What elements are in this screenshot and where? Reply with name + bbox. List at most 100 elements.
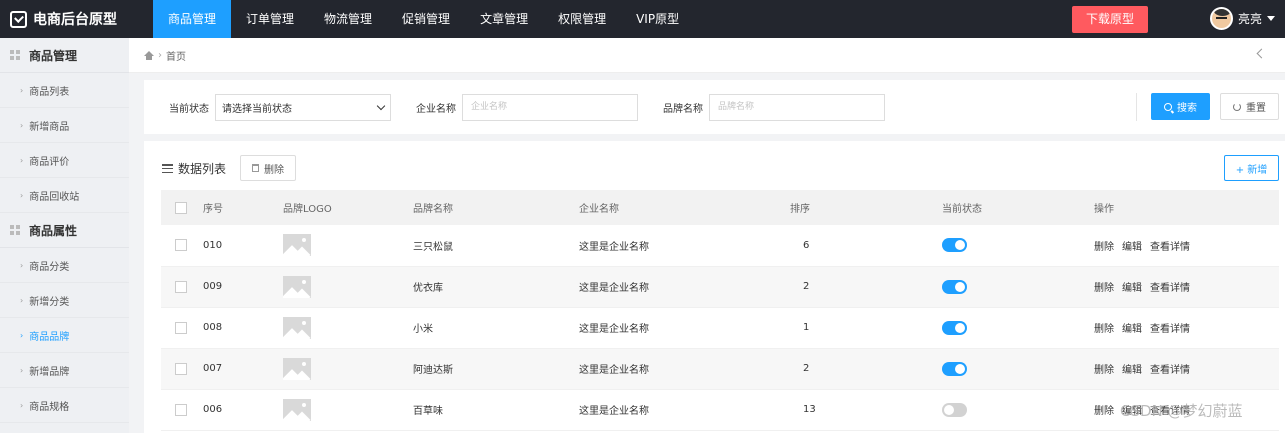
- row-brand: 优衣库: [413, 283, 443, 294]
- reset-button-label: 重置: [1246, 103, 1266, 114]
- chevron-down-icon: [376, 101, 386, 110]
- bullet-icon: ›: [20, 400, 24, 410]
- search-button-label: 搜索: [1177, 103, 1197, 114]
- brand-label: 品牌名称: [663, 103, 703, 115]
- row-detail-link[interactable]: 查看详情: [1150, 365, 1190, 376]
- table-row: 009 优衣库 这里是企业名称 2 删除 编辑 查看详情: [161, 266, 1279, 307]
- row-edit-link[interactable]: 编辑: [1122, 406, 1142, 417]
- status-toggle[interactable]: [942, 279, 967, 294]
- sidebar-item-label: 新增商品: [29, 121, 70, 133]
- add-button[interactable]: + 新增: [1224, 155, 1279, 181]
- sidebar-item-categories[interactable]: › 商品分类: [0, 248, 129, 283]
- row-detail-link[interactable]: 查看详情: [1150, 283, 1190, 294]
- status-select[interactable]: 请选择当前状态: [215, 93, 391, 121]
- status-select-value: 请选择当前状态: [222, 103, 292, 115]
- column-header: 排序: [790, 204, 810, 215]
- row-sort: 2: [803, 281, 810, 292]
- brand-input[interactable]: [709, 93, 885, 121]
- bullet-icon: ›: [20, 85, 24, 95]
- bullet-icon: ›: [20, 155, 24, 165]
- row-id: 007: [203, 363, 223, 374]
- home-icon[interactable]: [144, 50, 154, 60]
- status-toggle[interactable]: [942, 402, 967, 417]
- list-title-text: 数据列表: [178, 162, 227, 176]
- row-edit-link[interactable]: 编辑: [1122, 242, 1142, 253]
- bullet-icon: ›: [20, 330, 24, 340]
- tab-logistics[interactable]: 物流管理: [309, 0, 387, 38]
- breadcrumb-home[interactable]: 首页: [166, 48, 186, 63]
- collapse-left-icon[interactable]: [1256, 48, 1267, 59]
- row-edit-link[interactable]: 编辑: [1122, 365, 1142, 376]
- filter-bar: 当前状态 请选择当前状态 企业名称 品牌名称 搜索 重置: [144, 80, 1285, 134]
- sidebar-item-label: 商品回收站: [29, 191, 80, 203]
- tab-promotion[interactable]: 促销管理: [387, 0, 465, 38]
- row-detail-link[interactable]: 查看详情: [1150, 406, 1190, 417]
- brand-title: 电商后台原型: [33, 12, 117, 28]
- search-icon: [1164, 102, 1172, 111]
- refresh-icon: [1233, 102, 1241, 111]
- sidebar-group-attributes[interactable]: 商品属性: [0, 213, 129, 248]
- row-delete-link[interactable]: 删除: [1094, 242, 1114, 253]
- image-placeholder-icon: [283, 316, 311, 339]
- image-placeholder-icon: [283, 398, 311, 421]
- download-prototype-button[interactable]: 下载原型: [1072, 6, 1148, 33]
- row-checkbox[interactable]: [175, 239, 187, 252]
- row-checkbox[interactable]: [175, 362, 187, 375]
- column-header: 品牌LOGO: [283, 204, 332, 215]
- table-row: 010 三只松鼠 这里是企业名称 6 删除 编辑 查看详情: [161, 225, 1279, 266]
- sidebar-item-add-brand[interactable]: › 新增品牌: [0, 353, 129, 388]
- data-panel: 数据列表 删除 + 新增 序号 品牌LOGO 品牌名称 企业名称 排序 当前状态…: [144, 141, 1285, 433]
- row-delete-link[interactable]: 删除: [1094, 365, 1114, 376]
- image-placeholder-icon: [283, 234, 311, 257]
- bullet-icon: ›: [20, 295, 24, 305]
- sidebar-item-label: 商品规格: [29, 401, 70, 413]
- row-checkbox[interactable]: [175, 403, 187, 416]
- brand[interactable]: 电商后台原型: [0, 0, 153, 38]
- sidebar-item-goods-reviews[interactable]: › 商品评价: [0, 143, 129, 178]
- row-id: 008: [203, 322, 223, 333]
- status-toggle[interactable]: [942, 238, 967, 253]
- sidebar-item-add-goods[interactable]: › 新增商品: [0, 108, 129, 143]
- sidebar-item-specs[interactable]: › 商品规格: [0, 388, 129, 423]
- nav-tabs: 商品管理 订单管理 物流管理 促销管理 文章管理 权限管理 VIP原型: [153, 0, 694, 38]
- batch-delete-label: 删除: [264, 164, 284, 176]
- list-icon: [162, 164, 173, 173]
- select-all-checkbox[interactable]: [175, 201, 187, 214]
- user-menu[interactable]: 亮亮: [1210, 7, 1276, 30]
- table-row: 008 小米 这里是企业名称 1 删除 编辑 查看详情: [161, 307, 1279, 348]
- tab-orders[interactable]: 订单管理: [231, 0, 309, 38]
- tab-goods[interactable]: 商品管理: [153, 0, 232, 38]
- column-header: 操作: [1094, 204, 1114, 215]
- sidebar-item-label: 商品列表: [29, 86, 70, 98]
- row-sort: 2: [803, 363, 810, 374]
- row-edit-link[interactable]: 编辑: [1122, 324, 1142, 335]
- sidebar-group-goods[interactable]: 商品管理: [0, 38, 129, 73]
- status-toggle[interactable]: [942, 320, 967, 335]
- row-checkbox[interactable]: [175, 280, 187, 293]
- company-input[interactable]: [462, 93, 638, 121]
- row-detail-link[interactable]: 查看详情: [1150, 242, 1190, 253]
- batch-delete-button[interactable]: 删除: [240, 155, 296, 181]
- search-button[interactable]: 搜索: [1151, 93, 1210, 120]
- tab-permissions[interactable]: 权限管理: [543, 0, 621, 38]
- row-id: 009: [203, 281, 223, 292]
- row-sort: 6: [803, 239, 810, 251]
- tab-articles[interactable]: 文章管理: [465, 0, 543, 38]
- sidebar-item-add-category[interactable]: › 新增分类: [0, 283, 129, 318]
- reset-button[interactable]: 重置: [1220, 93, 1279, 120]
- tab-vip[interactable]: VIP原型: [621, 0, 694, 38]
- status-toggle[interactable]: [942, 361, 967, 376]
- row-detail-link[interactable]: 查看详情: [1150, 324, 1190, 335]
- row-checkbox[interactable]: [175, 321, 187, 334]
- row-brand: 三只松鼠: [413, 241, 453, 253]
- sidebar-group-label: 商品管理: [29, 48, 78, 63]
- row-delete-link[interactable]: 删除: [1094, 324, 1114, 335]
- row-edit-link[interactable]: 编辑: [1122, 283, 1142, 294]
- sidebar-item-recycle-bin[interactable]: › 商品回收站: [0, 178, 129, 213]
- sidebar-item-brands[interactable]: › 商品品牌: [0, 318, 129, 353]
- breadcrumb: › 首页: [129, 38, 1285, 73]
- sidebar-item-goods-list[interactable]: › 商品列表: [0, 73, 129, 108]
- column-header: 序号: [203, 204, 223, 215]
- row-delete-link[interactable]: 删除: [1094, 283, 1114, 294]
- row-delete-link[interactable]: 删除: [1094, 406, 1114, 417]
